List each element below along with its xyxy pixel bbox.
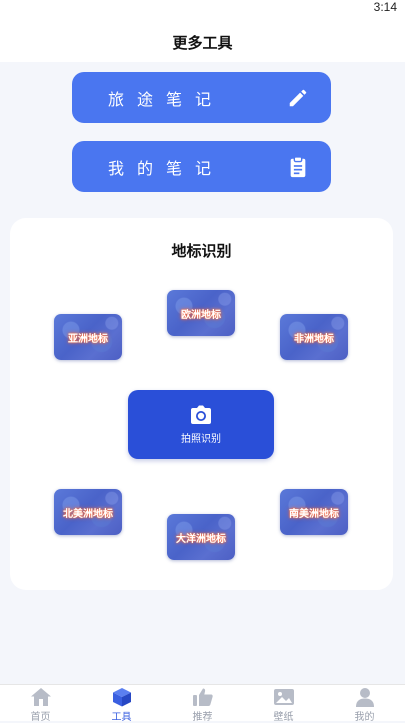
camera-icon (191, 405, 211, 424)
tab-recommend-label: 推荐 (192, 712, 213, 723)
pencil-icon (287, 87, 309, 109)
photo-recognize-button[interactable]: 拍照识别 (128, 390, 274, 459)
tab-mine[interactable]: 我的 (324, 685, 405, 723)
home-icon (30, 687, 52, 707)
europe-landmark-tile[interactable]: 欧洲地标 (167, 290, 235, 336)
tab-home[interactable]: 首页 (0, 685, 81, 723)
south-america-landmark-tile[interactable]: 南美洲地标 (280, 489, 348, 535)
landmark-title: 地标识别 (171, 242, 232, 260)
tab-tools[interactable]: 工具 (81, 685, 162, 723)
photo-recognize-label: 拍照识别 (181, 434, 221, 445)
asia-landmark-tile[interactable]: 亚洲地标 (54, 314, 122, 360)
tab-wallpaper-label: 壁纸 (273, 712, 294, 723)
north-america-landmark-label: 北美洲地标 (63, 508, 113, 520)
page-title: 更多工具 (172, 33, 233, 52)
asia-landmark-label: 亚洲地标 (68, 333, 108, 345)
page-header: 更多工具 (0, 22, 405, 62)
north-america-landmark-tile[interactable]: 北美洲地标 (54, 489, 122, 535)
status-time: 3:14 (373, 0, 397, 14)
clipboard-icon (287, 155, 309, 178)
tab-wallpaper[interactable]: 壁纸 (243, 685, 324, 723)
my-notes-label: 我的笔记 (108, 158, 225, 178)
south-america-landmark-label: 南美洲地标 (289, 508, 339, 520)
user-icon (354, 687, 376, 707)
tab-home-label: 首页 (30, 712, 51, 723)
africa-landmark-label: 非洲地标 (294, 333, 334, 345)
cube-icon (111, 687, 133, 707)
travel-notes-label: 旅途笔记 (108, 89, 225, 109)
europe-landmark-label: 欧洲地标 (181, 309, 221, 321)
oceania-landmark-label: 大洋洲地标 (176, 533, 226, 545)
oceania-landmark-tile[interactable]: 大洋洲地标 (167, 514, 235, 560)
thumbs-up-icon (192, 687, 214, 707)
bottom-tab-bar: 首页 工具 推荐 壁纸 我的 (0, 684, 405, 723)
status-bar: 3:14 (0, 0, 405, 22)
tab-recommend[interactable]: 推荐 (162, 685, 243, 723)
tab-tools-label: 工具 (111, 712, 132, 723)
tab-mine-label: 我的 (354, 712, 375, 723)
my-notes-button[interactable]: 我的笔记 (72, 141, 331, 192)
landmark-card: 地标识别 欧洲地标 亚洲地标 非洲地标 拍照识别 北美洲地标 南美洲地标 大洋洲… (10, 218, 393, 590)
travel-notes-button[interactable]: 旅途笔记 (72, 72, 331, 123)
africa-landmark-tile[interactable]: 非洲地标 (280, 314, 348, 360)
image-icon (273, 687, 295, 707)
